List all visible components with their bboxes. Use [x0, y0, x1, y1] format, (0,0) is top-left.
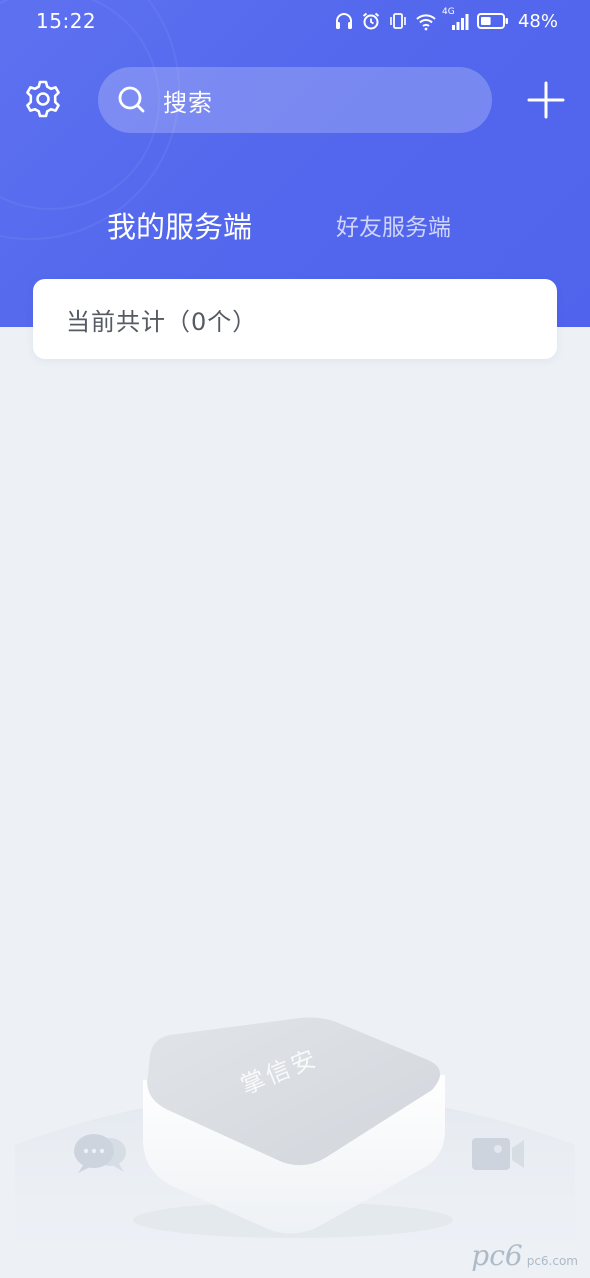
- search-placeholder: 搜索: [163, 88, 213, 117]
- status-time: 15:22: [36, 9, 97, 33]
- wifi-icon: [415, 11, 437, 31]
- video-camera-icon: [470, 1134, 528, 1178]
- tab-my-servers[interactable]: 我的服务端: [107, 204, 252, 246]
- status-bar: 15:22 4G 48%: [0, 0, 590, 44]
- header-background: [0, 0, 590, 327]
- server-count-card: 当前共计（0个）: [33, 279, 557, 359]
- app-screen: 15:22 4G 48% 搜索 我的服务端 好友服务端 当前共计（0个） 掌信安…: [0, 0, 590, 1278]
- empty-state-illustration: 掌信安: [0, 980, 590, 1278]
- search-icon: [116, 84, 148, 116]
- vibrate-icon: [388, 11, 408, 31]
- headphones-icon: [334, 11, 354, 31]
- server-count-text: 当前共计（0个）: [66, 307, 258, 336]
- gear-icon: [23, 79, 63, 123]
- status-icons: 4G 48%: [334, 7, 558, 33]
- alarm-icon: [361, 11, 381, 31]
- add-button[interactable]: [526, 80, 566, 120]
- signal-icon: 4G: [442, 7, 470, 31]
- battery-percent: 48%: [517, 10, 558, 32]
- tab-friend-servers[interactable]: 好友服务端: [336, 208, 451, 242]
- search-input[interactable]: 搜索: [98, 67, 492, 133]
- plus-icon: [526, 81, 566, 124]
- watermark-main: pc6: [471, 1239, 523, 1272]
- server-tabs: 我的服务端 好友服务端: [0, 200, 590, 256]
- settings-button[interactable]: [22, 80, 64, 122]
- watermark-domain: pc6.com: [526, 1254, 578, 1268]
- network-type-label: 4G: [441, 7, 455, 17]
- battery-icon: [476, 12, 509, 30]
- watermark-logo: pc6 pc6.com: [471, 1242, 578, 1270]
- chat-bubbles-icon: [72, 1132, 130, 1178]
